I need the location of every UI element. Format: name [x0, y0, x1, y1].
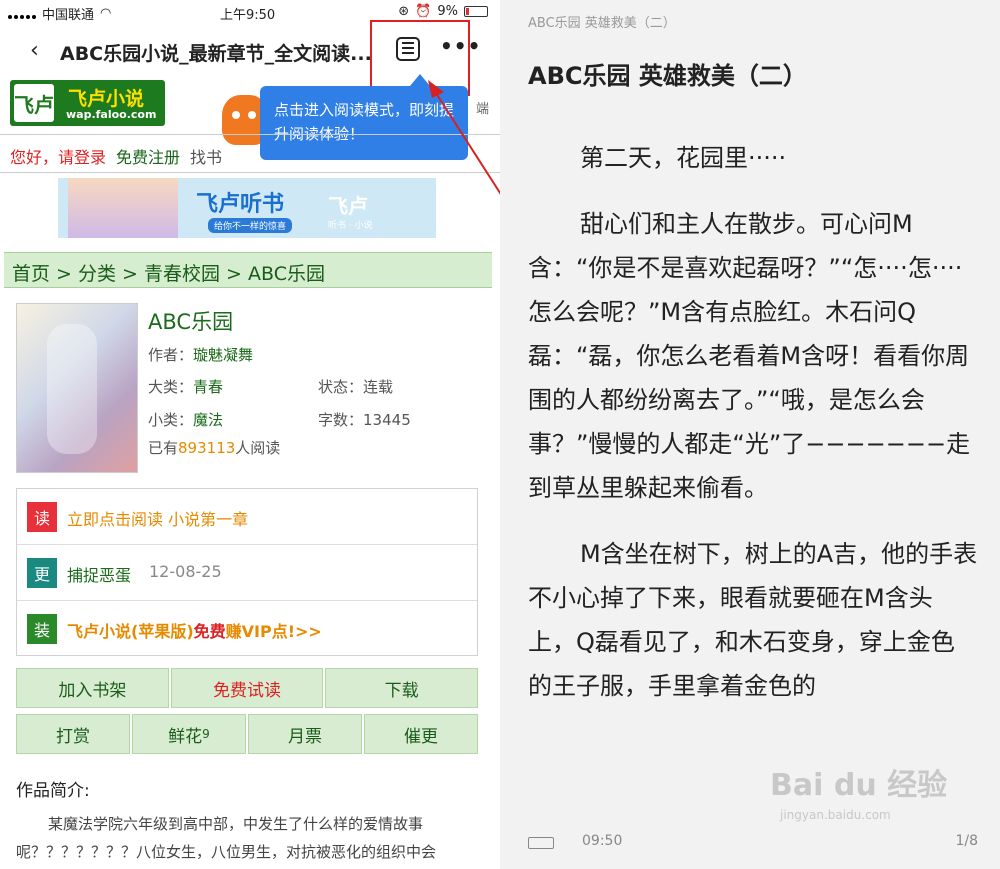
wifi-icon: ◠ [100, 6, 112, 21]
banner-brand: 飞卢 [328, 194, 368, 218]
update-badge: 更 [27, 558, 57, 588]
book-author: 作者：璇魅凝舞 [148, 346, 254, 364]
add-to-shelf-button[interactable]: 加入书架 [16, 668, 169, 708]
alarm-icon: ⏰ [415, 4, 432, 19]
cut-off-text: 端 [476, 102, 490, 117]
monthly-ticket-button[interactable]: 月票 [248, 714, 362, 754]
book-status: 状态：连载 [318, 378, 394, 396]
login-link[interactable]: 您好，请登录 [10, 148, 106, 167]
free-trial-button[interactable]: 免费试读 [170, 668, 324, 708]
battery-percent: 9% [437, 4, 458, 19]
book-subcategory: 小类：魔法 [148, 411, 224, 429]
signal-icon [8, 9, 36, 19]
page-title: ABC乐园小说_最新章节_全文阅读... [60, 43, 372, 65]
reader-header: ABC乐园 英雄救美（二） [528, 16, 676, 31]
divider [0, 172, 500, 173]
battery-icon [464, 6, 488, 17]
urge-update-button[interactable]: 催更 [364, 714, 478, 754]
paragraph: M含坐在树下，树上的A吉，他的手表不小心掉了下来，眼看就要砸在M含头上，Q磊看见… [528, 540, 978, 700]
app-install-row[interactable]: 装 飞卢小说(苹果版)免费赚VIP点!>> [17, 601, 477, 657]
register-link[interactable]: 免费注册 [116, 148, 180, 167]
faloo-logo[interactable]: 飞卢 飞卢小说 wap.faloo.com [10, 80, 165, 126]
login-bar: 您好，请登录 免费注册 找书 [10, 144, 222, 168]
mobile-browser-panel: 中国联通 ◠ 上午9:50 ⊛ ⏰ 9% ‹ ABC乐园小说_最新章节_全文阅读… [0, 0, 500, 869]
lock-rotation-icon: ⊛ [398, 4, 410, 19]
download-button[interactable]: 下载 [325, 668, 479, 708]
tooltip-arrow [410, 74, 430, 86]
secondary-buttons: 打赏 鲜花 9 月票 催更 [16, 714, 478, 754]
install-badge: 装 [27, 614, 57, 644]
back-icon[interactable]: ‹ [30, 38, 39, 63]
reader-mode-tooltip[interactable]: 点击进入阅读模式，即刻提升阅读体验！ [260, 86, 468, 160]
chapter-body: 第二天，花园里····· 甜心们和主人在散步。可心问M含：“你是不是喜欢起磊呀？… [528, 136, 978, 730]
tip-button[interactable]: 打赏 [16, 714, 130, 754]
carrier: 中国联通 [42, 8, 95, 23]
breadcrumb[interactable]: 首页 > 分类 > 青春校园 > ABC乐园 [4, 252, 492, 288]
paragraph: 甜心们和主人在散步。可心问M含：“你是不是喜欢起磊呀？”“怎····怎····怎… [528, 210, 971, 502]
book-word-count: 字数：13445 [318, 411, 411, 429]
latest-update-row[interactable]: 更 捕捉恶蛋 12-08-25 [17, 545, 477, 601]
reader-time: 09:50 [582, 833, 623, 849]
page-indicator: 1/8 [955, 833, 978, 849]
divider [0, 134, 500, 135]
app-promo-link[interactable]: 飞卢小说(苹果版)免费赚VIP点!>> [67, 618, 322, 642]
baidu-watermark: Bai du 经验 [770, 768, 948, 803]
logo-name: 飞卢小说 [68, 88, 145, 110]
latest-chapter-link[interactable]: 捕捉恶蛋 [67, 562, 131, 586]
banner-title: 飞卢听书 [196, 192, 285, 217]
logo-mark: 飞卢 [14, 84, 54, 122]
primary-buttons: 加入书架 免费试读 下载 [16, 668, 479, 708]
read-now-link[interactable]: 立即点击阅读 小说第一章 [67, 506, 248, 530]
reader-footer: 09:50 1/8 [528, 833, 978, 853]
intro-text: 某魔法学院六年级到高中部，中发生了什么样的爱情故事呢？？？？？？？八位女生，八位… [16, 815, 437, 861]
status-time: 上午9:50 [220, 8, 276, 23]
banner-brand-sub: 听书 · 小说 [328, 221, 373, 231]
book-title[interactable]: ABC乐园 [148, 306, 233, 336]
logo-url: wap.faloo.com [66, 108, 157, 121]
banner-tag: 给你不一样的惊喜 [208, 218, 293, 233]
flower-button[interactable]: 鲜花 9 [132, 714, 246, 754]
watermark-url: jingyan.baidu.com [780, 808, 891, 822]
read-badge: 读 [27, 502, 57, 532]
banner-illustration [68, 178, 178, 238]
book-cover[interactable] [16, 303, 138, 473]
reader-mode-panel: ABC乐园 英雄救美（二） ABC乐园 英雄救美（二） 第二天，花园里·····… [500, 0, 1000, 869]
audiobook-banner[interactable]: 飞卢听书 给你不一样的惊喜 飞卢 听书 · 小说 [58, 178, 436, 238]
latest-chapter-date: 12-08-25 [149, 562, 222, 581]
paragraph: 第二天，花园里····· [580, 144, 787, 172]
battery-icon [528, 837, 554, 849]
intro-heading: 作品简介: [16, 781, 90, 801]
action-list: 读 立即点击阅读 小说第一章 更 捕捉恶蛋 12-08-25 装 飞卢小说(苹果… [16, 488, 478, 656]
find-book-link[interactable]: 找书 [190, 148, 222, 167]
chapter-title: ABC乐园 英雄救美（二） [528, 62, 807, 90]
book-category: 大类：青春 [148, 378, 224, 396]
book-read-count: 已有893113人阅读 [148, 439, 281, 457]
read-now-row[interactable]: 读 立即点击阅读 小说第一章 [17, 489, 477, 545]
